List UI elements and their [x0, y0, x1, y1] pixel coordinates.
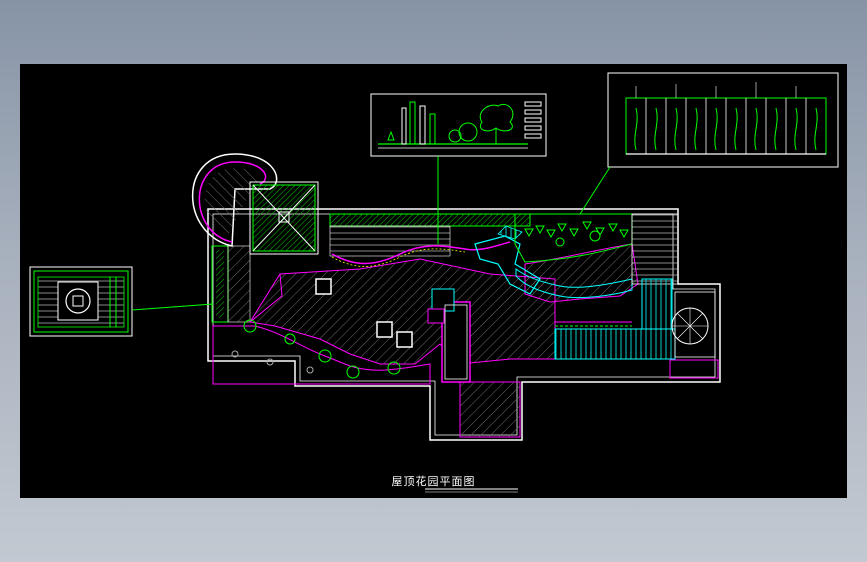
- elevation-detail[interactable]: [370, 93, 547, 157]
- leader-line-right: [579, 166, 611, 215]
- circular-deck: [669, 291, 719, 379]
- leader-line-left: [131, 303, 214, 311]
- pavilion-roof: [249, 181, 319, 255]
- trellis-elevation-detail[interactable]: [607, 72, 839, 168]
- site-plan-drawing: [29, 72, 839, 493]
- drawing-title: 屋顶花园平面图: [391, 475, 476, 488]
- main-paving: [249, 258, 556, 365]
- cad-viewport[interactable]: 屋顶花园平面图: [20, 64, 847, 498]
- pavilion-plan-detail[interactable]: [29, 266, 133, 337]
